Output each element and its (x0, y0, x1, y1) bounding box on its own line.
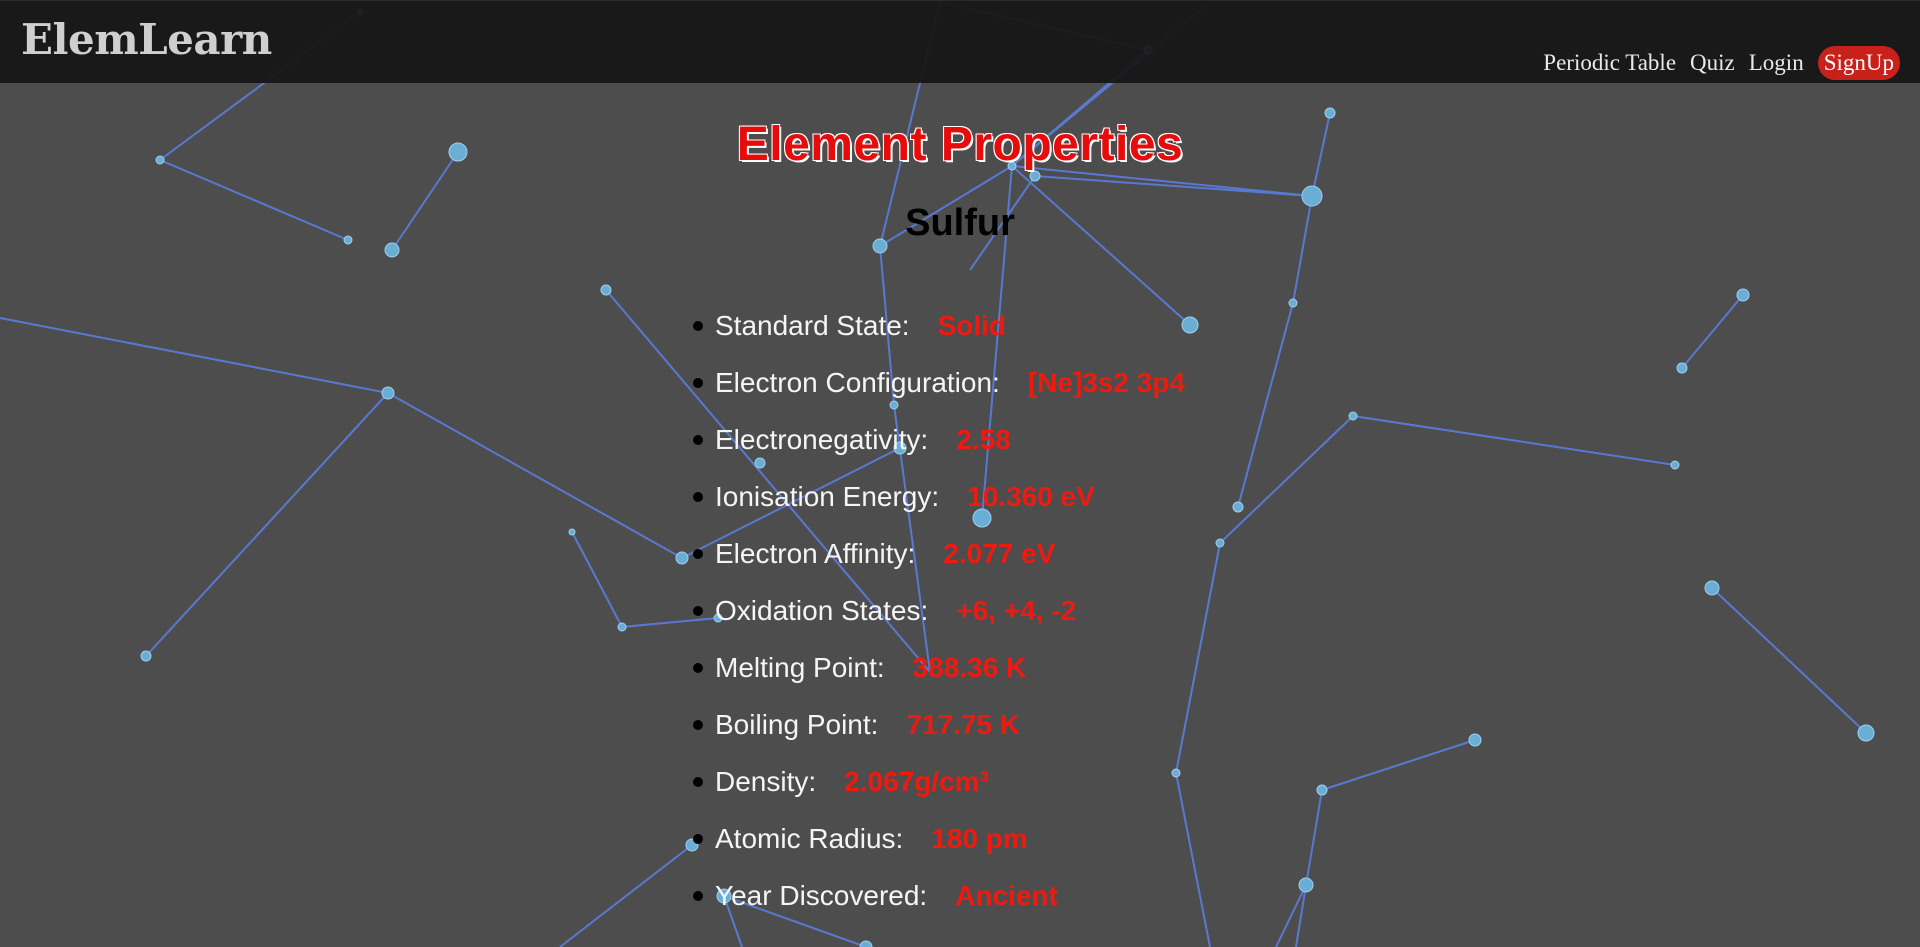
property-oxidation-states: Oxidation States: +6, +4, -2 (693, 582, 1185, 639)
property-atomic-radius: Atomic Radius: 180 pm (693, 810, 1185, 867)
property-ionisation-energy: Ionisation Energy: 10.360 eV (693, 468, 1185, 525)
bullet-icon (693, 491, 703, 502)
property-melting-point: Melting Point: 388.36 K (693, 639, 1185, 696)
property-label: Electronegativity: (715, 423, 929, 455)
property-value: [Ne]3s2 3p4 (1027, 366, 1186, 398)
nav-periodic-table-link[interactable]: Periodic Table (1543, 50, 1676, 76)
property-value: 717.75 K (906, 708, 1021, 740)
property-label: Electron Configuration: (715, 366, 1000, 398)
bullet-icon (693, 377, 703, 388)
property-value: 2.067g/cm³ (844, 765, 989, 797)
property-label: Boiling Point: (715, 708, 879, 740)
page-title: Element Properties (736, 118, 1184, 171)
property-value: Ancient (955, 879, 1058, 911)
nav-quiz-link[interactable]: Quiz (1690, 50, 1735, 76)
property-value: 2.077 eV (943, 537, 1056, 569)
property-value: 388.36 K (912, 651, 1027, 683)
property-electron-configuration: Electron Configuration: [Ne]3s2 3p4 (693, 354, 1186, 411)
property-value: 10.360 eV (967, 480, 1095, 512)
property-value: 180 pm (931, 822, 1028, 854)
property-electronegativity: Electronegativity: 2.58 (693, 411, 1185, 468)
signup-button[interactable]: SignUp (1817, 46, 1900, 80)
property-label: Melting Point: (715, 651, 885, 683)
property-label: Density: (715, 765, 817, 797)
nav-links: Periodic Table Quiz Login SignUp (1543, 46, 1900, 80)
bullet-icon (693, 320, 703, 331)
element-name-heading: Sulfur (905, 202, 1015, 244)
property-standard-state: Standard State: Solid (693, 297, 1185, 354)
property-density: Density: 2.067g/cm³ (693, 753, 1185, 810)
property-label: Oxidation States: (715, 594, 929, 626)
property-year-discovered: Year Discovered: Ancient (693, 867, 1185, 924)
bullet-icon (693, 890, 703, 901)
brand-logo[interactable]: ElemLearn (21, 19, 272, 61)
top-navbar: ElemLearn Periodic Table Quiz Login Sign… (0, 0, 1920, 83)
property-electron-affinity: Electron Affinity: 2.077 eV (693, 525, 1185, 582)
properties-list: Standard State: Solid Electron Configura… (693, 297, 1186, 924)
property-label: Electron Affinity: (715, 537, 916, 569)
property-value: Solid (937, 309, 1007, 341)
property-label: Standard State: (715, 309, 910, 341)
property-value: +6, +4, -2 (956, 594, 1077, 626)
bullet-icon (693, 434, 703, 445)
property-value: 2.58 (956, 423, 1011, 455)
bullet-icon (693, 662, 703, 673)
nav-login-link[interactable]: Login (1749, 50, 1804, 76)
bullet-icon (693, 833, 703, 844)
property-label: Atomic Radius: (715, 822, 904, 854)
bullet-icon (693, 605, 703, 616)
property-boiling-point: Boiling Point: 717.75 K (693, 696, 1185, 753)
property-label: Ionisation Energy: (715, 480, 940, 512)
bullet-icon (693, 719, 703, 730)
bullet-icon (693, 776, 703, 787)
bullet-icon (693, 548, 703, 559)
property-label: Year Discovered: (715, 879, 928, 911)
